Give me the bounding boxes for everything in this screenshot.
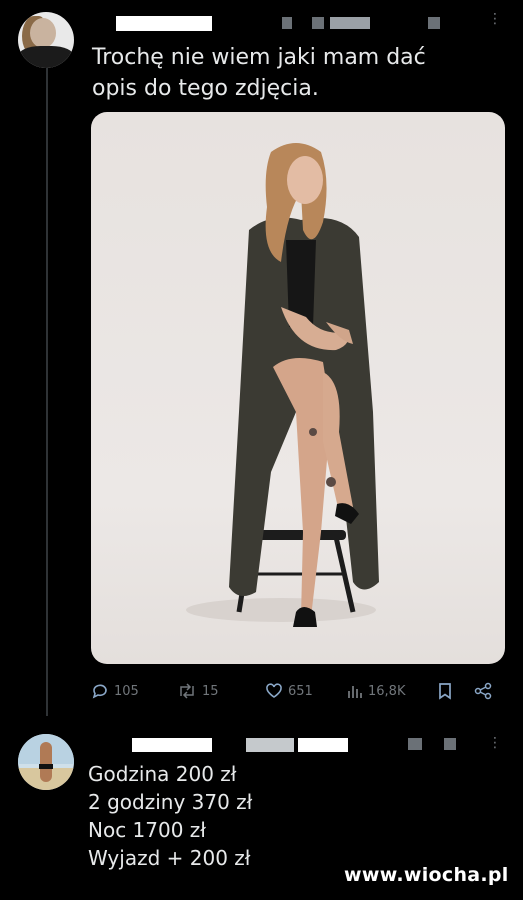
redacted-display-name [116,16,212,31]
tweet-text-line: Trochę nie wiem jaki mam dać [92,45,426,70]
photo-illustration [186,143,379,627]
thread-connector-line [46,66,48,716]
bookmark-icon [439,683,451,700]
retweet-count: 15 [202,683,219,699]
share-icon [474,682,492,700]
views-button[interactable]: 16,8K [347,682,405,700]
redacted-handle-part [298,738,348,752]
redacted-handle-part [330,17,370,29]
author-avatar[interactable] [18,12,74,68]
tweet-text: Trochę nie wiem jaki mam dać opis do teg… [92,42,502,104]
retweet-button[interactable]: 15 [177,682,219,700]
tweet-text-line: opis do tego zdjęcia. [92,76,319,101]
reply-line: Wyjazd + 200 zł [88,846,251,870]
retweet-icon [180,683,194,699]
reply-icon [92,684,107,699]
redacted-display-name [132,738,212,752]
like-icon [266,683,282,698]
bookmark-button[interactable] [437,682,453,700]
reply-line: Godzina 200 zł [88,762,237,786]
views-icon [348,686,362,698]
redacted-timestamp [408,738,422,750]
redacted-handle-part [312,17,324,29]
like-count: 651 [288,683,313,699]
reply-count: 105 [114,683,139,699]
redacted-username [282,17,292,29]
like-button[interactable]: 651 [265,682,313,700]
redacted-timestamp [428,17,440,29]
share-button[interactable] [473,682,493,700]
more-icon[interactable]: ⋮ [488,736,502,750]
reply-text: Godzina 200 zł 2 godziny 370 zł Noc 1700… [88,760,252,872]
tweet-action-bar: 105 15 651 16,8K [91,682,505,704]
more-icon[interactable]: ⋮ [488,12,502,26]
redacted-handle [246,738,294,752]
watermark: www.wiocha.pl [344,864,509,886]
redacted-timestamp [444,738,456,750]
reply-line: Noc 1700 zł [88,818,206,842]
reply-author-avatar[interactable] [18,734,74,790]
views-count: 16,8K [368,683,406,699]
reply-button[interactable]: 105 [91,682,139,700]
tweet-photo[interactable] [91,112,505,664]
reply-line: 2 godziny 370 zł [88,790,253,814]
